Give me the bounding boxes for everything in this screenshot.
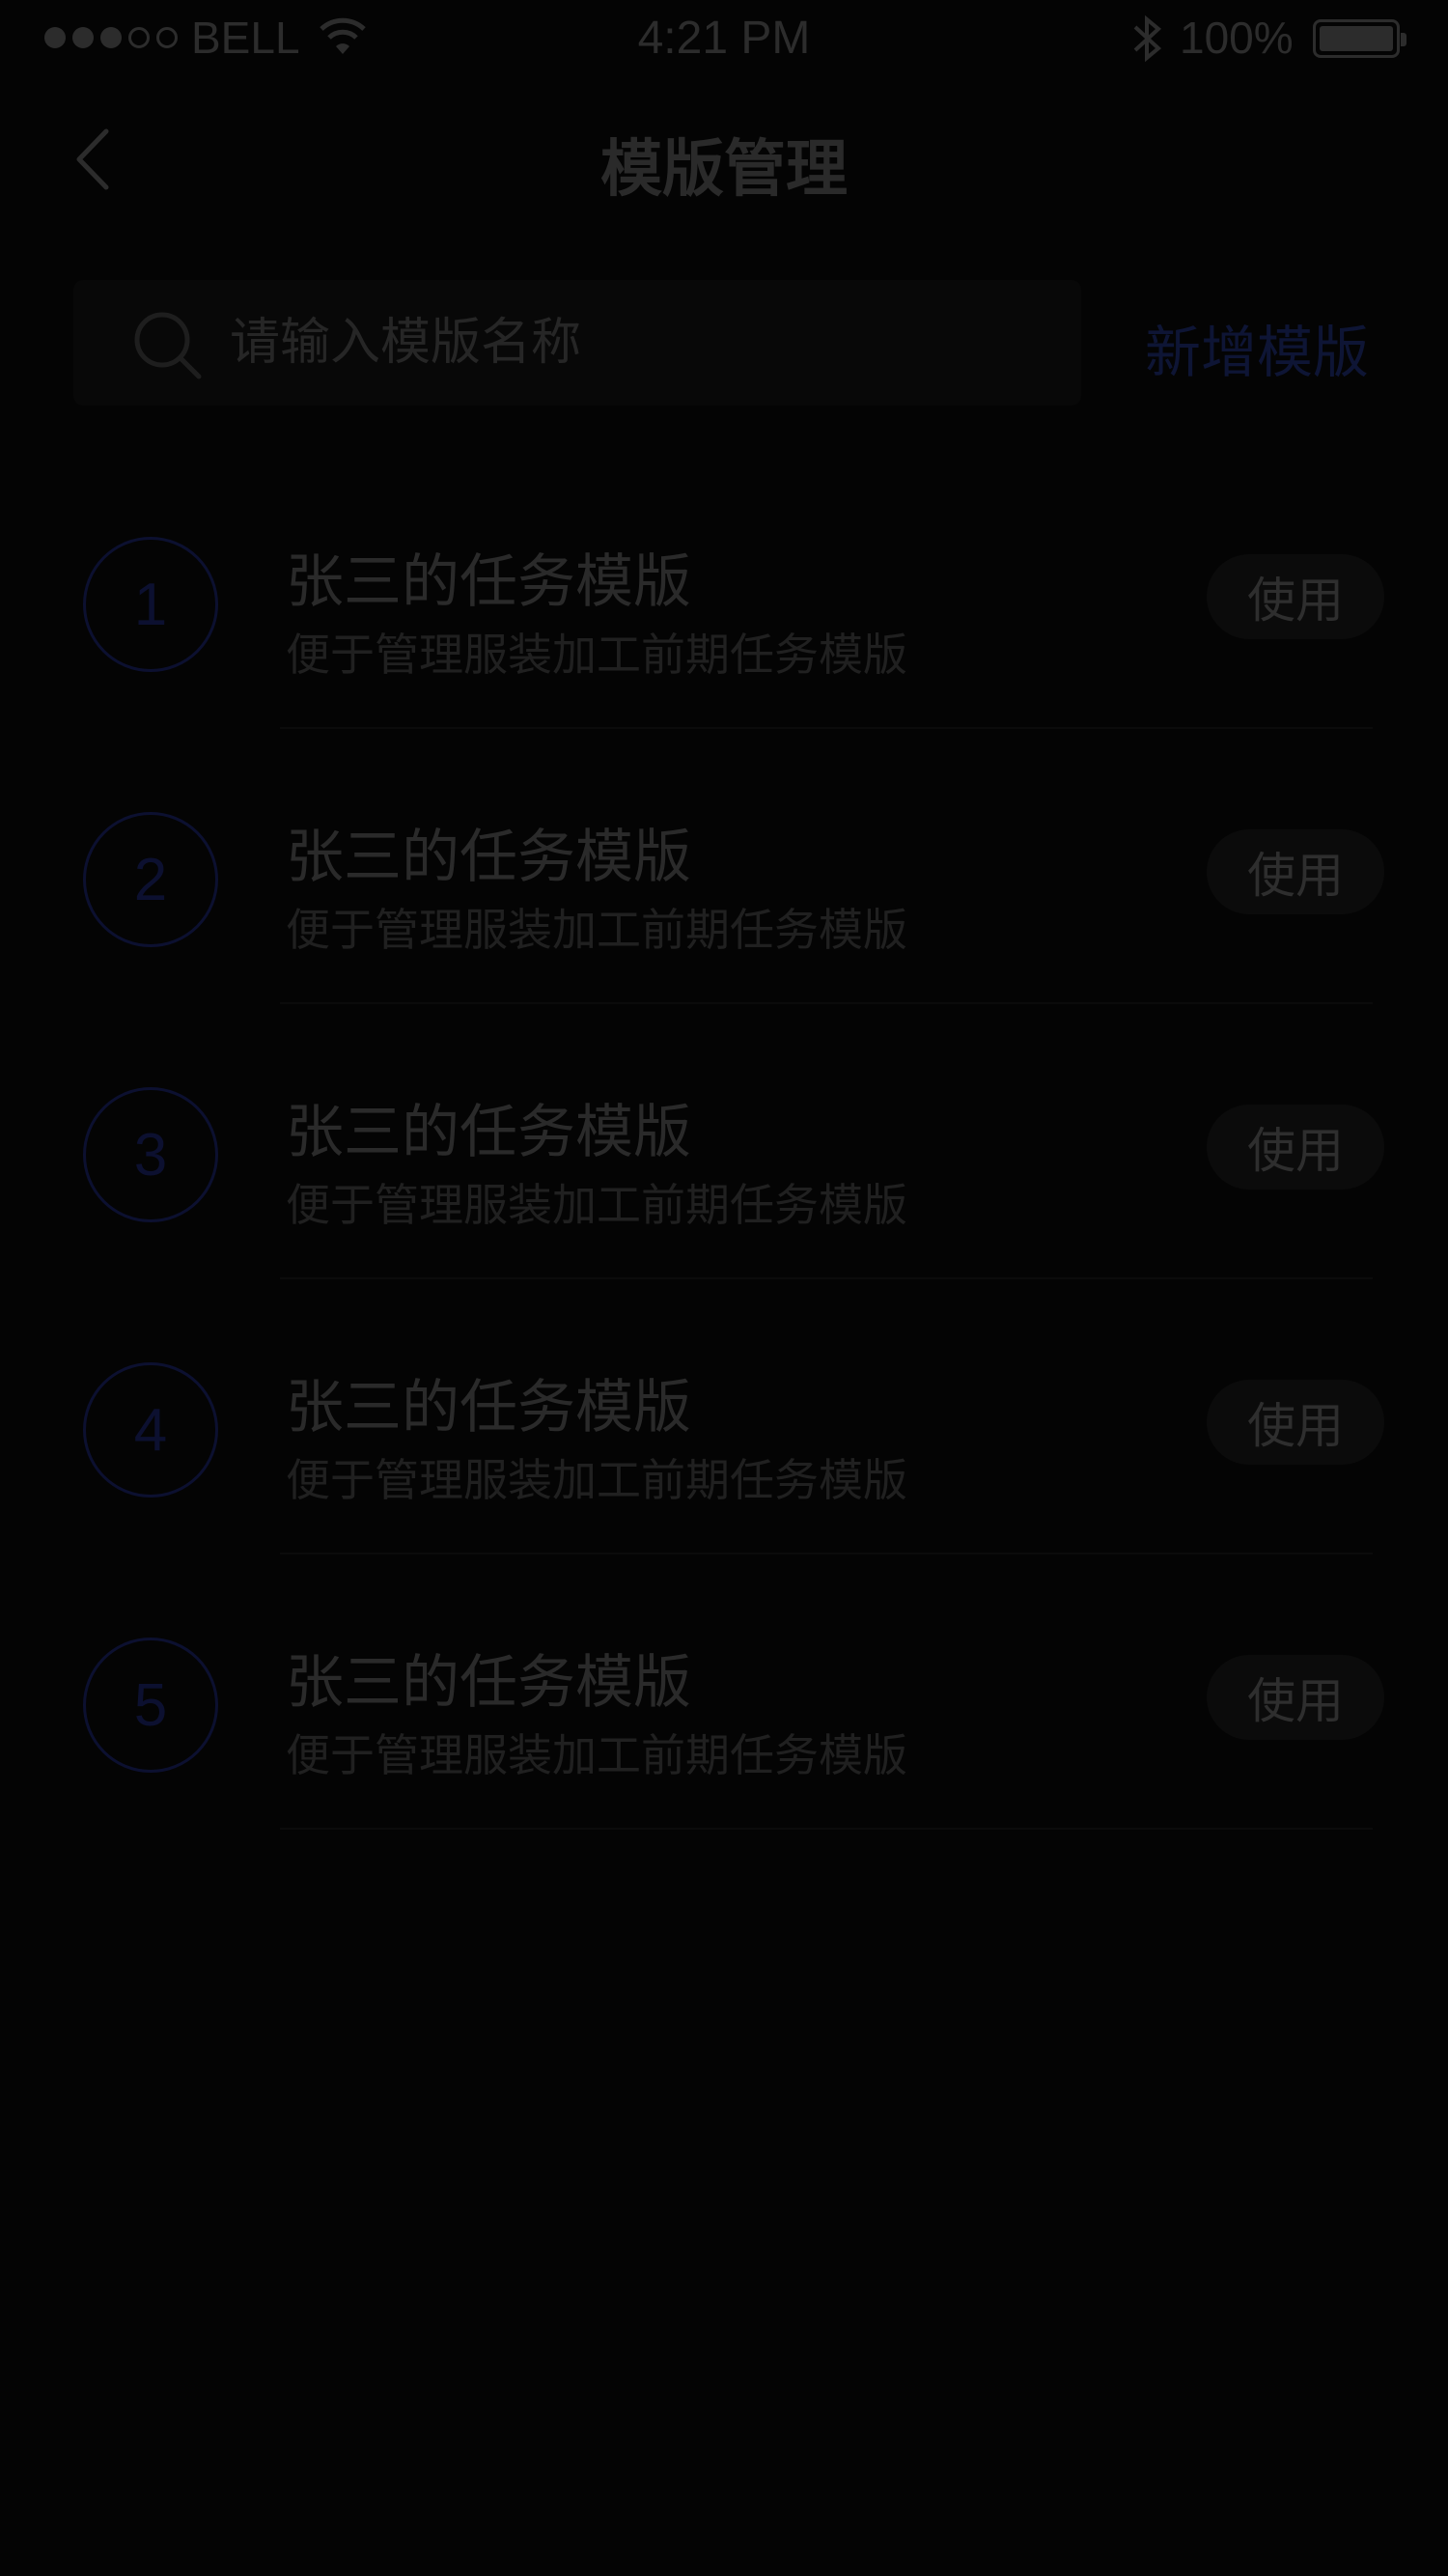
- list-item[interactable]: 3 张三的任务模版 便于管理服装加工前期任务模版 使用: [0, 1004, 1448, 1279]
- list-item[interactable]: 5 张三的任务模版 便于管理服装加工前期任务模版 使用: [0, 1554, 1448, 1830]
- page-title: 模版管理: [600, 134, 848, 206]
- item-description: 便于管理服装加工前期任务模版: [286, 1729, 907, 1781]
- item-number-badge: 5: [83, 1638, 218, 1773]
- list-item[interactable]: 2 张三的任务模版 便于管理服装加工前期任务模版 使用: [0, 729, 1448, 1004]
- search-input[interactable]: [228, 303, 1062, 382]
- list-item[interactable]: 1 张三的任务模版 便于管理服装加工前期任务模版 使用: [0, 454, 1448, 729]
- use-button[interactable]: 使用: [1207, 554, 1384, 639]
- item-title: 张三的任务模版: [286, 548, 691, 616]
- item-number-badge: 4: [83, 1362, 218, 1498]
- item-title: 张三的任务模版: [286, 1374, 691, 1442]
- battery-percent: 100%: [1180, 13, 1294, 63]
- use-button[interactable]: 使用: [1207, 1655, 1384, 1740]
- item-number-badge: 2: [83, 812, 218, 947]
- item-description: 便于管理服装加工前期任务模版: [286, 1454, 907, 1506]
- use-button[interactable]: 使用: [1207, 1105, 1384, 1190]
- battery-icon: [1313, 19, 1406, 58]
- item-title: 张三的任务模版: [286, 1099, 691, 1166]
- use-button[interactable]: 使用: [1207, 1380, 1384, 1465]
- use-button[interactable]: 使用: [1207, 829, 1384, 914]
- bluetooth-icon: [1131, 14, 1164, 68]
- search-icon: [131, 309, 205, 386]
- item-description: 便于管理服装加工前期任务模版: [286, 904, 907, 956]
- item-number-badge: 3: [83, 1087, 218, 1222]
- item-number-badge: 1: [83, 537, 218, 672]
- item-description: 便于管理服装加工前期任务模版: [286, 629, 907, 681]
- item-description: 便于管理服装加工前期任务模版: [286, 1179, 907, 1231]
- navigation-bar: 模版管理: [0, 106, 1448, 212]
- list-item[interactable]: 4 张三的任务模版 便于管理服装加工前期任务模版 使用: [0, 1279, 1448, 1554]
- status-bar: BELL 4:21 PM 100%: [0, 0, 1448, 77]
- item-title: 张三的任务模版: [286, 1649, 691, 1717]
- add-template-button[interactable]: 新增模版: [1145, 307, 1369, 388]
- search-box[interactable]: [73, 280, 1081, 406]
- template-list: 1 张三的任务模版 便于管理服装加工前期任务模版 使用 2 张三的任务模版 便于…: [0, 454, 1448, 1830]
- item-title: 张三的任务模版: [286, 824, 691, 891]
